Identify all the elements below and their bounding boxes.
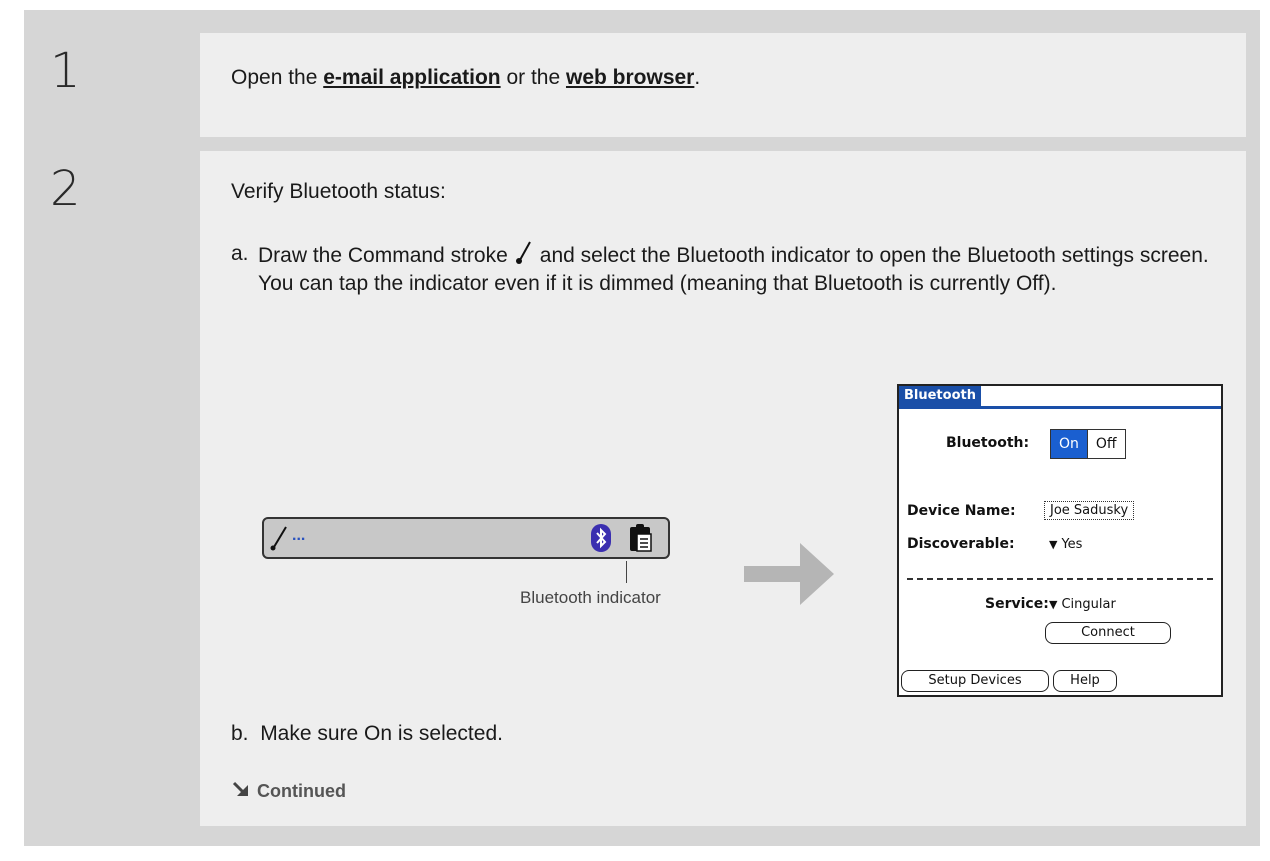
status-dots: ... <box>292 527 306 544</box>
step-2-intro: Verify Bluetooth status: <box>231 180 446 203</box>
step-1-text-after: . <box>694 66 701 89</box>
off-option[interactable]: Off <box>1087 430 1125 458</box>
web-browser-link[interactable]: web browser <box>566 66 694 89</box>
clipboard-icon <box>630 524 652 552</box>
step-number: 1 <box>50 43 81 99</box>
right-arrow-icon <box>744 543 834 605</box>
connect-button[interactable]: Connect <box>1045 622 1171 644</box>
continued-arrow-icon <box>232 781 248 796</box>
substep-b: b. Make sure On is selected. <box>231 722 503 746</box>
title-underline <box>899 406 1221 409</box>
substep-a-text: Draw the Command stroke and select the Bl… <box>258 240 1211 298</box>
command-stroke-icon <box>515 241 531 264</box>
discoverable-label: Discoverable: <box>907 536 1015 552</box>
step-1-text-mid: or the <box>500 66 566 89</box>
dropdown-triangle-icon: ▼ <box>1049 598 1058 611</box>
command-stroke-icon <box>270 526 287 551</box>
step-content: Verify Bluetooth status: a. Draw the Com… <box>200 151 1246 826</box>
status-bar-illustration: ... <box>262 517 670 559</box>
screen-title: Bluetooth <box>899 386 981 406</box>
bluetooth-toggle[interactable]: On Off <box>1050 429 1126 459</box>
substep-marker: a. <box>231 242 249 265</box>
help-button[interactable]: Help <box>1053 670 1117 692</box>
bluetooth-label: Bluetooth: <box>946 435 1030 451</box>
on-option[interactable]: On <box>1051 430 1088 458</box>
step-content: Open the e-mail application or the web b… <box>200 33 1246 137</box>
step-1-text: Open the e-mail application or the web b… <box>231 66 700 90</box>
substep-marker: b. <box>231 722 249 745</box>
bluetooth-icon[interactable] <box>590 523 612 553</box>
instructions-frame: 1 Open the e-mail application or the web… <box>24 10 1260 846</box>
step-2-row: 2 Verify Bluetooth status: a. Draw the C… <box>24 151 1260 826</box>
continued-label: Continued <box>257 781 346 801</box>
substep-b-text: Make sure On is selected. <box>260 722 503 745</box>
substep-a: a. Draw the Command stroke and select the… <box>231 240 1211 298</box>
device-name-label: Device Name: <box>907 503 1016 519</box>
discoverable-value: Yes <box>1061 537 1083 552</box>
callout-line <box>626 561 627 583</box>
discoverable-picker[interactable]: ▼ Yes <box>1049 537 1082 552</box>
substep-a-text-before: Draw the Command stroke <box>258 244 508 267</box>
step-1-text-before: Open the <box>231 66 324 89</box>
service-picker[interactable]: ▼ Cingular <box>1049 597 1116 612</box>
bluetooth-settings-screen: Bluetooth Bluetooth: On Off Device Name:… <box>897 384 1223 697</box>
service-value: Cingular <box>1061 597 1116 612</box>
step-number: 2 <box>50 161 81 217</box>
service-label: Service: <box>985 596 1049 612</box>
dropdown-triangle-icon: ▼ <box>1049 538 1058 551</box>
continued-link[interactable]: Continued <box>231 781 346 802</box>
email-application-link[interactable]: e-mail application <box>323 66 500 89</box>
step-number-cell: 2 <box>24 151 200 826</box>
step-1-row: 1 Open the e-mail application or the web… <box>24 33 1260 137</box>
divider <box>907 578 1213 580</box>
setup-devices-button[interactable]: Setup Devices <box>901 670 1049 692</box>
device-name-field[interactable]: Joe Sadusky <box>1044 501 1135 520</box>
step-number-cell: 1 <box>24 33 200 137</box>
bluetooth-indicator-callout: Bluetooth indicator <box>520 588 661 607</box>
